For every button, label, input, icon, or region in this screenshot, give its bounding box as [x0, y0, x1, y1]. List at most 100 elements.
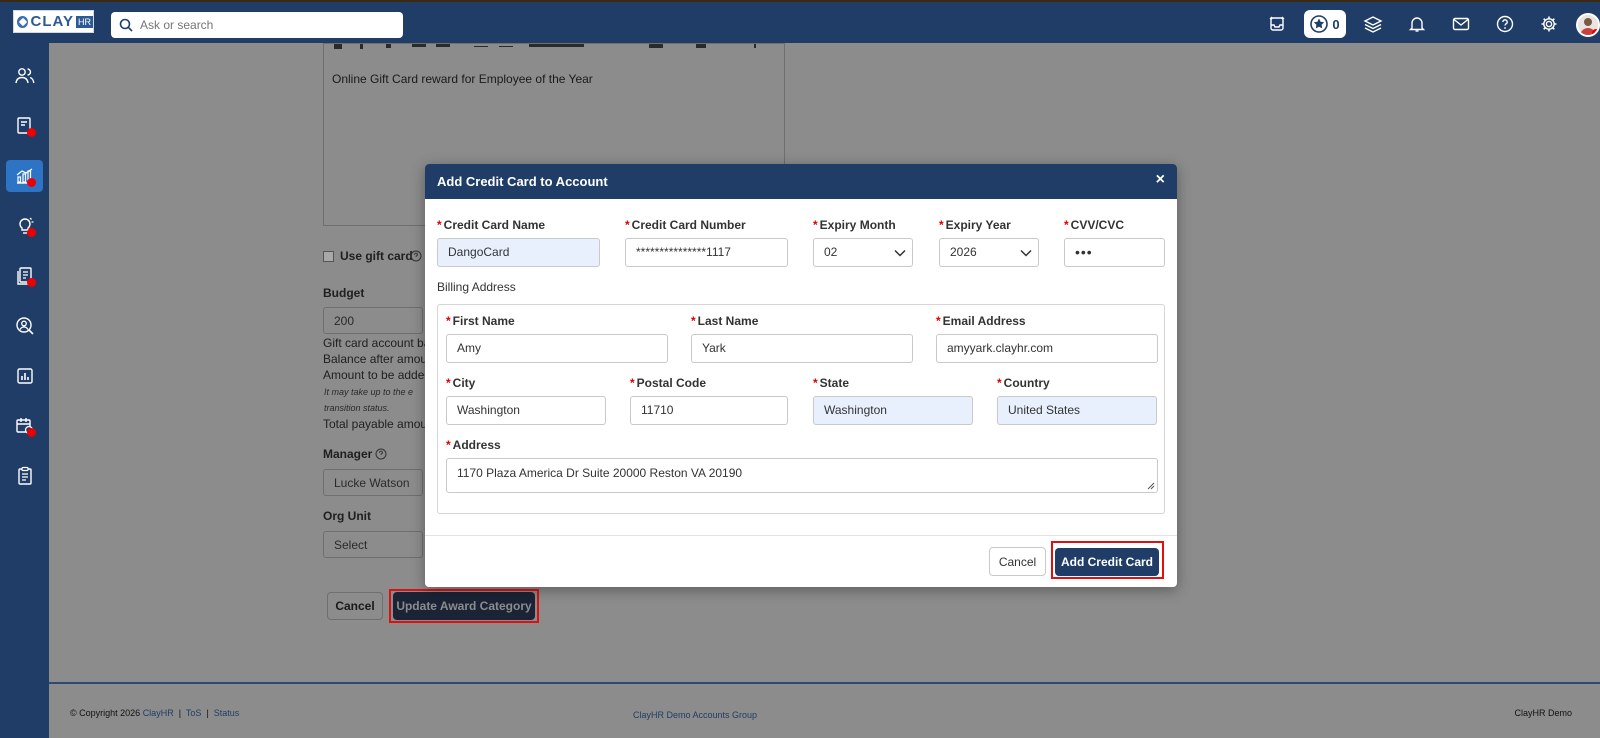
rewards-badge[interactable]: 0 — [1304, 10, 1346, 38]
country-input[interactable]: United States — [997, 396, 1157, 425]
gift-card-balance-text: Gift card account ba — [323, 336, 431, 350]
logo-mark-icon — [17, 15, 28, 28]
editor-toolbar-icon — [334, 44, 756, 49]
status-link[interactable]: Status — [214, 708, 240, 718]
sidebar-item-reports[interactable] — [6, 360, 43, 392]
logo-text: CLAY — [30, 13, 74, 30]
top-icons: 0 — [1255, 9, 1571, 39]
search-icon — [119, 18, 133, 32]
use-gift-card-checkbox[interactable] — [323, 251, 334, 262]
help-circle-icon — [375, 448, 387, 460]
processing-note-2: transition status. — [324, 403, 390, 413]
close-icon[interactable]: × — [1156, 172, 1165, 188]
processing-note: It may take up to the e — [324, 387, 414, 397]
address-textarea[interactable]: 1170 Plaza America Dr Suite 20000 Reston… — [446, 458, 1158, 493]
budget-input[interactable]: 200 — [323, 307, 423, 334]
layers-icon[interactable] — [1351, 9, 1395, 39]
help-circle-icon — [410, 250, 422, 262]
footer-separator: | — [178, 708, 182, 718]
footer: © Copyright 2026 ClayHR | ToS | Status C… — [49, 682, 1600, 738]
city-input[interactable]: Washington — [446, 396, 606, 425]
sidebar-item-documents[interactable] — [6, 260, 43, 292]
manager-field[interactable]: Lucke Watson — [323, 469, 423, 496]
expiry-year-value: 2026 — [950, 245, 977, 259]
sidebar-item-expenses[interactable] — [6, 110, 43, 142]
last-name-input[interactable]: Yark — [691, 334, 913, 363]
country-label: * Country — [997, 376, 1050, 390]
gear-icon[interactable] — [1527, 9, 1571, 39]
notification-dot — [27, 178, 36, 187]
chevron-down-icon — [1020, 249, 1032, 257]
update-award-category-button[interactable]: Update Award Category — [393, 592, 535, 620]
clipboard-icon — [17, 466, 32, 485]
mail-icon[interactable] — [1439, 9, 1483, 39]
global-search[interactable] — [111, 12, 403, 38]
notification-dot — [27, 428, 36, 437]
footer-left: © Copyright 2026 ClayHR | ToS | Status — [70, 708, 239, 718]
org-unit-label: Org Unit — [323, 509, 371, 523]
bar-chart-icon — [16, 368, 33, 384]
address-value: 1170 Plaza America Dr Suite 20000 Reston… — [457, 466, 743, 480]
card-number-input[interactable]: ***************1117 — [625, 238, 788, 267]
logo-sub-text: HR — [76, 15, 93, 28]
billing-address-section: * First Name Amy * Last Name Yark * Email A… — [437, 304, 1165, 514]
use-gift-card-label: Use gift card — [340, 249, 413, 263]
people-icon — [14, 68, 34, 84]
last-name-label: * Last Name — [691, 314, 759, 328]
clayhr-logo[interactable]: CLAY HR — [13, 10, 94, 33]
footer-separator: | — [206, 708, 209, 718]
modal-header: Add Credit Card to Account × — [425, 164, 1177, 199]
notification-dot — [1592, 29, 1598, 35]
notification-dot — [27, 228, 36, 237]
search-input[interactable] — [140, 18, 390, 32]
user-search-icon — [15, 317, 34, 335]
city-label: * City — [446, 376, 476, 390]
cvv-input[interactable]: ••• — [1064, 238, 1165, 267]
footer-right-text: ClayHR Demo — [1514, 708, 1572, 718]
postal-code-input[interactable]: 11710 — [630, 396, 788, 425]
expiry-month-value: 02 — [824, 245, 838, 259]
sidebar-item-timesheets[interactable] — [6, 410, 43, 442]
balance-after-text: Balance after amou — [323, 352, 428, 366]
page-cancel-button[interactable]: Cancel — [327, 592, 383, 620]
expiry-month-select[interactable]: 02 — [813, 238, 913, 267]
manager-label: Manager — [323, 447, 373, 461]
rewards-count: 0 — [1332, 16, 1340, 32]
card-name-input[interactable]: DangoCard — [437, 238, 600, 267]
chevron-down-icon — [894, 249, 906, 257]
postal-code-label: * Postal Code — [630, 376, 707, 390]
email-label: * Email Address — [936, 314, 1026, 328]
resize-handle-icon[interactable] — [1146, 481, 1155, 490]
star-circle-icon — [1310, 15, 1329, 33]
email-input[interactable]: amyyark.clayhr.com — [936, 334, 1158, 363]
expiry-year-select[interactable]: 2026 — [939, 238, 1039, 267]
first-name-input[interactable]: Amy — [446, 334, 668, 363]
notification-dot — [27, 128, 36, 137]
state-input[interactable]: Washington — [813, 396, 973, 425]
org-unit-select[interactable]: Select — [323, 531, 423, 558]
notification-dot — [27, 278, 36, 287]
card-number-label: * Credit Card Number — [625, 218, 746, 232]
modal-title: Add Credit Card to Account — [437, 174, 608, 189]
tos-link[interactable]: ToS — [186, 708, 202, 718]
user-avatar[interactable] — [1576, 13, 1600, 37]
footer-group-link[interactable]: ClayHR Demo Accounts Group — [633, 710, 757, 720]
help-icon[interactable] — [1483, 9, 1527, 39]
sidebar-item-tasks[interactable] — [6, 460, 43, 492]
sidebar-item-learning[interactable] — [6, 210, 43, 242]
bell-icon[interactable] — [1395, 9, 1439, 39]
address-label: * Address — [446, 438, 501, 452]
state-label: * State — [813, 376, 850, 390]
top-bar: CLAY HR 0 — [0, 0, 1600, 43]
expiry-month-label: * Expiry Month — [813, 218, 896, 232]
sidebar — [0, 43, 49, 738]
inbox-alarm-icon[interactable] — [1255, 9, 1299, 39]
billing-address-title: Billing Address — [437, 280, 516, 294]
sidebar-item-recruiting[interactable] — [6, 310, 43, 342]
description-text: Online Gift Card reward for Employee of … — [332, 72, 593, 86]
modal-cancel-button[interactable]: Cancel — [989, 547, 1046, 576]
sidebar-item-performance[interactable] — [6, 160, 43, 192]
company-link[interactable]: ClayHR — [143, 708, 174, 718]
total-payable-text: Total payable amou — [323, 417, 428, 431]
sidebar-item-people[interactable] — [6, 60, 43, 92]
